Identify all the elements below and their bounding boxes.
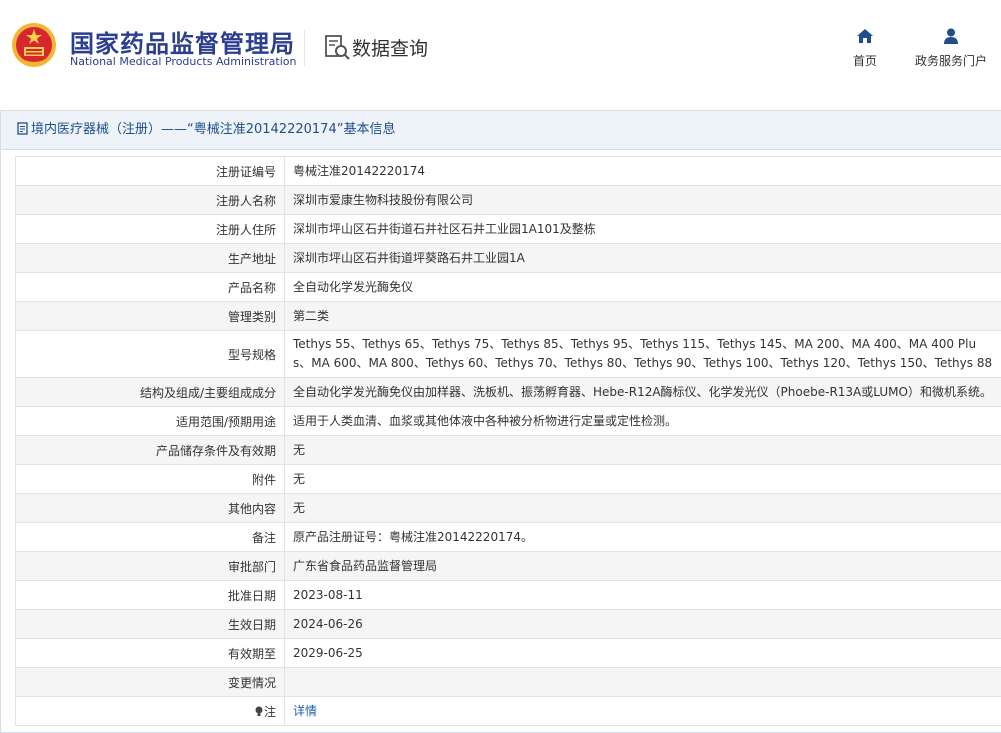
row-label: 注册人名称 xyxy=(15,185,285,215)
header-divider xyxy=(304,30,305,66)
row-value: 第二类 xyxy=(284,301,1001,331)
panel-title-text: 境内医疗器械（注册）——“粤械注准20142220174”基本信息 xyxy=(31,122,396,137)
note-label: 注 xyxy=(263,704,276,719)
row-label: 生效日期 xyxy=(15,609,285,639)
row-value: 广东省食品药品监督管理局 xyxy=(284,551,1001,581)
row-value: 2029-06-25 xyxy=(284,638,1001,668)
row-label: 型号规格 xyxy=(15,330,285,378)
table-row: 附件 无 xyxy=(15,464,1001,494)
row-label: 注册证编号 xyxy=(15,156,285,186)
data-query-label: 数据查询 xyxy=(352,38,429,60)
details-link[interactable]: 详情 xyxy=(293,704,317,718)
table-row: 产品名称 全自动化学发光酶免仪 xyxy=(15,272,1001,302)
row-value: 2023-08-11 xyxy=(284,580,1001,610)
row-value: 全自动化学发光酶免仪由加样器、洗板机、振荡孵育器、Hebe-R12A酶标仪、化学… xyxy=(284,377,1001,407)
row-label: 注册人住所 xyxy=(15,214,285,244)
brand-title-en: National Medical Products Administration xyxy=(70,55,297,68)
brand-title-cn: 国家药品监督管理局 xyxy=(70,30,295,58)
row-value: 深圳市坪山区石井街道石井社区石井工业园1A101及整栋 xyxy=(284,214,1001,244)
table-row: 审批部门 广东省食品药品监督管理局 xyxy=(15,551,1001,581)
row-label: 备注 xyxy=(15,522,285,552)
table-row: 型号规格 Tethys 55、Tethys 65、Tethys 75、Tethy… xyxy=(15,330,1001,378)
table-row: 其他内容 无 xyxy=(15,493,1001,523)
table-row: 备注 原产品注册证号：粤械注准20142220174。 xyxy=(15,522,1001,552)
row-value: 深圳市爱康生物科技股份有限公司 xyxy=(284,185,1001,215)
row-value: 无 xyxy=(284,493,1001,523)
table-row: 批准日期 2023-08-11 xyxy=(15,580,1001,610)
registration-info-table: 注册证编号 粤械注准20142220174 注册人名称 深圳市爱康生物科技股份有… xyxy=(15,156,1001,726)
data-query-icon xyxy=(325,35,350,60)
nav-gov-service-portal[interactable]: 政务服务门户 xyxy=(912,28,990,69)
row-label: 产品储存条件及有效期 xyxy=(15,435,285,465)
home-icon xyxy=(857,29,873,43)
row-label: 管理类别 xyxy=(15,301,285,331)
nav-home[interactable]: 首页 xyxy=(848,28,882,69)
row-value: Tethys 55、Tethys 65、Tethys 75、Tethys 85、… xyxy=(284,330,1001,378)
row-label: 变更情况 xyxy=(15,667,285,697)
row-label: 附件 xyxy=(15,464,285,494)
table-row: 产品储存条件及有效期 无 xyxy=(15,435,1001,465)
table-row: 生效日期 2024-06-26 xyxy=(15,609,1001,639)
document-icon xyxy=(17,122,28,135)
row-label: 产品名称 xyxy=(15,272,285,302)
national-emblem-icon xyxy=(12,23,56,67)
row-value: 无 xyxy=(284,464,1001,494)
panel-title: 境内医疗器械（注册）——“粤械注准20142220174”基本信息 xyxy=(1,111,1001,150)
nav-gov-label: 政务服务门户 xyxy=(914,54,987,68)
table-row: 管理类别 第二类 xyxy=(15,301,1001,331)
row-value: 原产品注册证号：粤械注准20142220174。 xyxy=(284,522,1001,552)
row-label: 结构及组成/主要组成成分 xyxy=(15,377,285,407)
row-label: 适用范围/预期用途 xyxy=(15,406,285,436)
table-row: 注 详情 xyxy=(15,696,1001,726)
row-value: 适用于人类血清、血浆或其他体液中各种被分析物进行定量或定性检测。 xyxy=(284,406,1001,436)
row-value: 无 xyxy=(284,435,1001,465)
table-row: 注册证编号 粤械注准20142220174 xyxy=(15,156,1001,186)
row-label: 注 xyxy=(15,696,285,726)
row-value: 粤械注准20142220174 xyxy=(284,156,1001,186)
site-header: 国家药品监督管理局 National Medical Products Admi… xyxy=(0,0,1001,98)
row-value xyxy=(284,667,1001,697)
detail-panel: 境内医疗器械（注册）——“粤械注准20142220174”基本信息 注册证编号 … xyxy=(0,110,1001,733)
table-row: 生产地址 深圳市坪山区石井街道坪葵路石井工业园1A xyxy=(15,243,1001,273)
row-label: 审批部门 xyxy=(15,551,285,581)
notice-icon xyxy=(255,706,263,716)
table-row: 注册人住所 深圳市坪山区石井街道石井社区石井工业园1A101及整栋 xyxy=(15,214,1001,244)
row-value: 详情 xyxy=(284,696,1001,726)
table-row: 注册人名称 深圳市爱康生物科技股份有限公司 xyxy=(15,185,1001,215)
row-label: 生产地址 xyxy=(15,243,285,273)
table-row: 变更情况 xyxy=(15,667,1001,697)
row-label: 其他内容 xyxy=(15,493,285,523)
row-value: 2024-06-26 xyxy=(284,609,1001,639)
table-row: 适用范围/预期用途 适用于人类血清、血浆或其他体液中各种被分析物进行定量或定性检… xyxy=(15,406,1001,436)
row-value: 深圳市坪山区石井街道坪葵路石井工业园1A xyxy=(284,243,1001,273)
table-row: 有效期至 2029-06-25 xyxy=(15,638,1001,668)
row-value: 全自动化学发光酶免仪 xyxy=(284,272,1001,302)
row-label: 有效期至 xyxy=(15,638,285,668)
nav-home-label: 首页 xyxy=(852,54,877,68)
user-icon xyxy=(944,28,958,44)
row-label: 批准日期 xyxy=(15,580,285,610)
table-row: 结构及组成/主要组成成分 全自动化学发光酶免仪由加样器、洗板机、振荡孵育器、He… xyxy=(15,377,1001,407)
